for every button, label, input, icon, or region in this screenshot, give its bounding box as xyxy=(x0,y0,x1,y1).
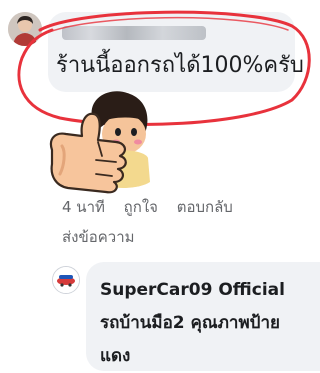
comment-time: 4 นาที xyxy=(62,198,105,216)
reply-bubble: SuperCar09 Official รถบ้านมือ2 คุณภาพป้า… xyxy=(86,262,320,371)
send-message-link[interactable]: ส่งข้อความ xyxy=(62,226,135,248)
like-link[interactable]: ถูกใจ xyxy=(124,198,158,216)
thumbs-up-girl-sticker xyxy=(42,86,172,200)
comment-actions: 4 นาที ถูกใจ ตอบกลับ xyxy=(62,196,247,218)
commenter-name-blurred[interactable] xyxy=(62,26,206,40)
reply-author-avatar[interactable] xyxy=(52,266,80,294)
comment-bubble: ร้านนี้ออกรถได้100%ครับ xyxy=(48,12,304,92)
reply-author-name[interactable]: SuperCar09 Official รถบ้านมือ2 คุณภาพป้า… xyxy=(100,274,310,373)
reply-link[interactable]: ตอบกลับ xyxy=(177,198,233,216)
commenter-avatar[interactable] xyxy=(8,12,42,46)
comment-text: ร้านนี้ออกรถได้100%ครับ xyxy=(56,53,304,78)
